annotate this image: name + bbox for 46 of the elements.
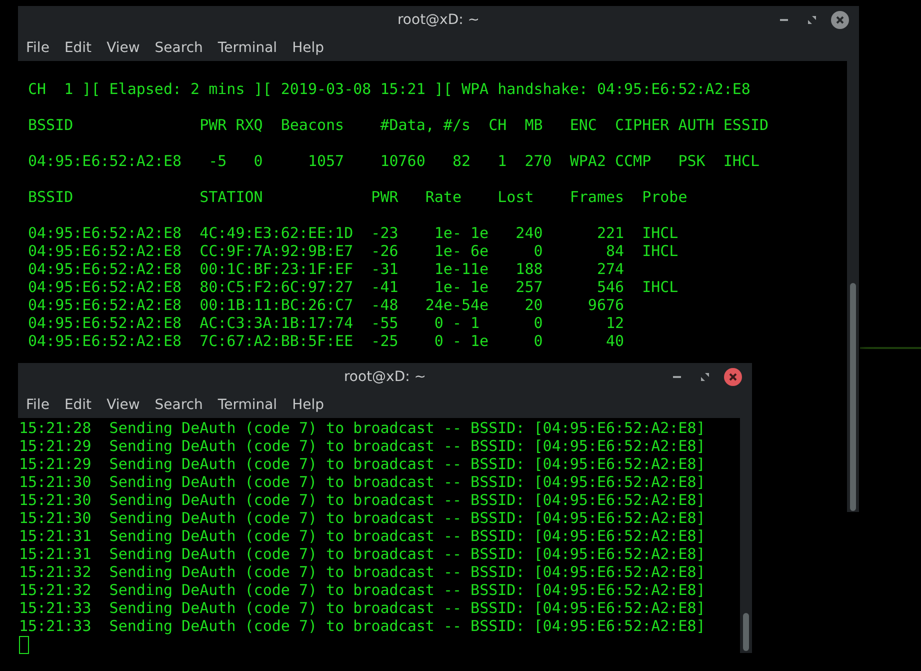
close-button[interactable] bbox=[831, 11, 849, 29]
terminal-line: 15:21:29 Sending DeAuth (code 7) to broadcast -- BSSID: [04:95:E6:52:A2:E8] bbox=[19, 455, 706, 473]
close-button[interactable] bbox=[724, 368, 742, 386]
terminal-line: 04:95:E6:52:A2:E8 00:1C:BF:23:1F:EF -31 1e-11e 188 274 bbox=[28, 260, 624, 278]
terminal-line: 04:95:E6:52:A2:E8 AC:C3:3A:1B:17:74 -55 0 - 1 0 12 bbox=[28, 314, 624, 332]
menu-item[interactable]: Search bbox=[154, 40, 203, 56]
menu-item[interactable]: Terminal bbox=[218, 40, 278, 56]
terminal-line: 04:95:E6:52:A2:E8 -5 0 1057 10760 82 1 270 WPA2 CCMP PSK IHCL bbox=[28, 152, 760, 170]
maximize-icon bbox=[807, 15, 817, 25]
terminal-line: 04:95:E6:52:A2:E8 00:1B:11:BC:26:C7 -48 24e-54e 20 9676 bbox=[28, 296, 624, 314]
terminal-line: BSSID STATION PWR Rate Lost Frames Probe bbox=[28, 188, 688, 206]
menu-item[interactable]: Help bbox=[292, 396, 324, 412]
scrollbar[interactable] bbox=[847, 61, 859, 512]
window-title: root@xD: ~ bbox=[397, 12, 480, 28]
terminal-line: 04:95:E6:52:A2:E8 4C:49:E3:62:EE:1D -23 1e- 1e 240 221 IHCL bbox=[28, 224, 678, 242]
menu-item[interactable]: File bbox=[26, 396, 50, 412]
terminal-line: 15:21:31 Sending DeAuth (code 7) to broadcast -- BSSID: [04:95:E6:52:A2:E8] bbox=[19, 527, 706, 545]
terminal-line: CH 1 ][ Elapsed: 2 mins ][ 2019-03-08 15:21 ][ WPA handshake: 04:95:E6:52:A2:E8 bbox=[28, 80, 750, 98]
terminal-line: 15:21:29 Sending DeAuth (code 7) to broadcast -- BSSID: [04:95:E6:52:A2:E8] bbox=[19, 437, 706, 455]
terminal-line: BSSID PWR RXQ Beacons #Data, #/s CH MB ENC CIPHER AUTH ESSID bbox=[28, 116, 769, 134]
menu-item[interactable]: Search bbox=[154, 396, 203, 412]
menu-item[interactable]: Edit bbox=[64, 40, 92, 56]
terminal-line: 15:21:28 Sending DeAuth (code 7) to broadcast -- BSSID: [04:95:E6:52:A2:E8] bbox=[19, 419, 706, 437]
terminal-line: 04:95:E6:52:A2:E8 CC:9F:7A:92:9B:E7 -26 1e- 6e 0 84 IHCL bbox=[28, 242, 678, 260]
scrollbar[interactable] bbox=[740, 418, 752, 653]
menu-item[interactable]: View bbox=[106, 40, 140, 56]
menu-item[interactable]: Terminal bbox=[218, 396, 278, 412]
heartbeat-line-drawing bbox=[860, 347, 921, 349]
terminal-line: 15:21:33 Sending DeAuth (code 7) to broadcast -- BSSID: [04:95:E6:52:A2:E8] bbox=[19, 617, 706, 635]
menu-item[interactable]: Help bbox=[292, 40, 324, 56]
menu-item[interactable]: Edit bbox=[64, 396, 92, 412]
terminal-line: 15:21:31 Sending DeAuth (code 7) to broadcast -- BSSID: [04:95:E6:52:A2:E8] bbox=[19, 545, 706, 563]
close-icon bbox=[728, 372, 738, 382]
close-icon bbox=[835, 15, 845, 25]
terminal-line: 15:21:30 Sending DeAuth (code 7) to broadcast -- BSSID: [04:95:E6:52:A2:E8] bbox=[19, 473, 706, 491]
window-title: root@xD: ~ bbox=[344, 369, 426, 385]
menu-item[interactable]: File bbox=[26, 40, 50, 56]
menu-item[interactable]: View bbox=[106, 396, 140, 412]
terminal-line: 04:95:E6:52:A2:E8 7C:67:A2:BB:5F:EE -25 0 - 1e 0 40 bbox=[28, 332, 624, 350]
terminal-line: 15:21:30 Sending DeAuth (code 7) to broadcast -- BSSID: [04:95:E6:52:A2:E8] bbox=[19, 509, 706, 527]
terminal-line: 15:21:32 Sending DeAuth (code 7) to broadcast -- BSSID: [04:95:E6:52:A2:E8] bbox=[19, 563, 706, 581]
maximize-icon bbox=[700, 372, 710, 382]
terminal-line: 15:21:30 Sending DeAuth (code 7) to broadcast -- BSSID: [04:95:E6:52:A2:E8] bbox=[19, 491, 706, 509]
terminal-line: 15:21:32 Sending DeAuth (code 7) to broadcast -- BSSID: [04:95:E6:52:A2:E8] bbox=[19, 581, 706, 599]
terminal-line: 15:21:33 Sending DeAuth (code 7) to broadcast -- BSSID: [04:95:E6:52:A2:E8] bbox=[19, 599, 706, 617]
terminal-line: 04:95:E6:52:A2:E8 80:C5:F2:6C:97:27 -41 1e- 1e 257 546 IHCL bbox=[28, 278, 678, 296]
